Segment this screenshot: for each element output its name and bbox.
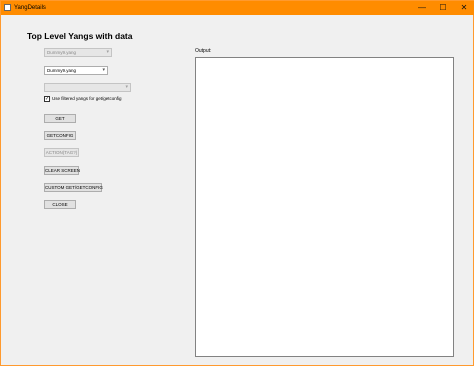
window-title: YangDetails xyxy=(14,5,46,11)
close-window-icon[interactable]: ✕ xyxy=(454,1,474,15)
custom-get-getconfig-button[interactable]: CUSTOM GET/GETCONFIG xyxy=(44,183,103,192)
yang-select[interactable]: Dummy9.yang ▾ xyxy=(44,66,108,75)
sub-select-disabled[interactable]: ▾ xyxy=(44,83,131,92)
yang-select-disabled-value: Dummy9.yang xyxy=(47,50,77,55)
page-title: Top Level Yangs with data xyxy=(27,31,133,41)
clear-screen-button[interactable]: CLEAR SCREEN xyxy=(44,166,80,175)
yang-select-disabled[interactable]: Dummy9.yang ▾ xyxy=(44,48,112,57)
filtered-yangs-checkbox[interactable]: ✓ xyxy=(44,96,50,102)
get-button[interactable]: GET xyxy=(44,114,76,123)
output-textarea[interactable] xyxy=(195,57,454,357)
chevron-down-icon: ▾ xyxy=(106,49,109,55)
getconfig-button[interactable]: GETCONFIG xyxy=(44,131,76,140)
filtered-yangs-label[interactable]: Use filtered yangs for get/getconfig xyxy=(52,96,122,102)
maximize-icon[interactable]: ☐ xyxy=(433,1,453,15)
action-button[interactable]: ACTION(TAG?) xyxy=(44,148,79,157)
output-label: Output: xyxy=(195,48,212,54)
chevron-down-icon: ▾ xyxy=(125,84,128,90)
yang-details-window: YangDetails — ☐ ✕ Top Level Yangs with d… xyxy=(0,0,474,366)
yang-select-value: Dummy9.yang xyxy=(47,68,77,73)
chevron-down-icon: ▾ xyxy=(102,67,105,73)
close-button[interactable]: CLOSE xyxy=(44,200,76,209)
minimize-icon[interactable]: — xyxy=(412,1,432,15)
title-bar[interactable]: YangDetails — ☐ ✕ xyxy=(1,1,474,15)
app-icon xyxy=(4,4,11,11)
